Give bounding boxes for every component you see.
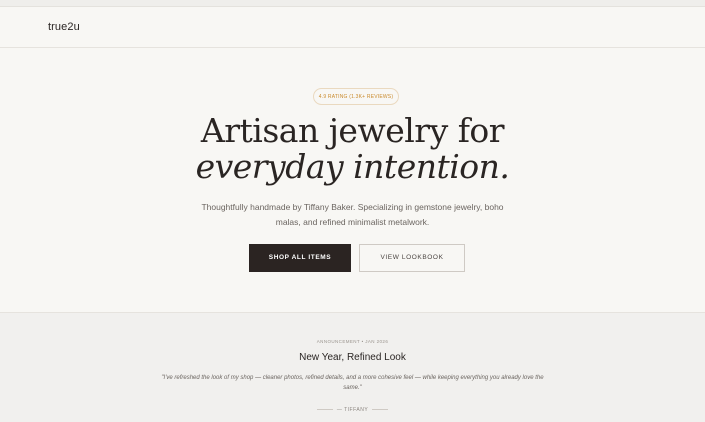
- site-header: true2u: [0, 7, 705, 48]
- hero-subtitle: Thoughtfully handmade by Tiffany Baker. …: [201, 202, 504, 227]
- announcement-signature: — TIFFANY: [0, 407, 705, 413]
- announcement-section: ANNOUNCEMENT • JAN 2026 New Year, Refine…: [0, 312, 705, 422]
- hero-section: 4.9 RATING (1.3K+ REVIEWS) Artisan jewel…: [0, 48, 705, 311]
- headline-line-1: Artisan jewelry for: [200, 111, 505, 150]
- rating-badge: 4.9 RATING (1.3K+ REVIEWS): [313, 88, 399, 105]
- signature-rule-left: [316, 409, 333, 411]
- announcement-title: New Year, Refined Look: [299, 352, 406, 363]
- shop-all-items-button[interactable]: SHOP ALL ITEMS: [249, 244, 351, 272]
- view-lookbook-button[interactable]: VIEW LOOKBOOK: [359, 244, 465, 272]
- signature-text: — TIFFANY: [336, 407, 369, 413]
- hero-headline: Artisan jewelry for everyday intention.: [0, 113, 705, 185]
- headline-line-2: everyday intention.: [195, 147, 510, 186]
- site-logo[interactable]: true2u: [48, 21, 80, 33]
- browser-top-strip: [0, 0, 705, 7]
- signature-rule-right: [372, 409, 389, 411]
- announcement-quote: "I've refreshed the look of my shop — cl…: [161, 375, 544, 391]
- announcement-label: ANNOUNCEMENT • JAN 2026: [316, 339, 389, 344]
